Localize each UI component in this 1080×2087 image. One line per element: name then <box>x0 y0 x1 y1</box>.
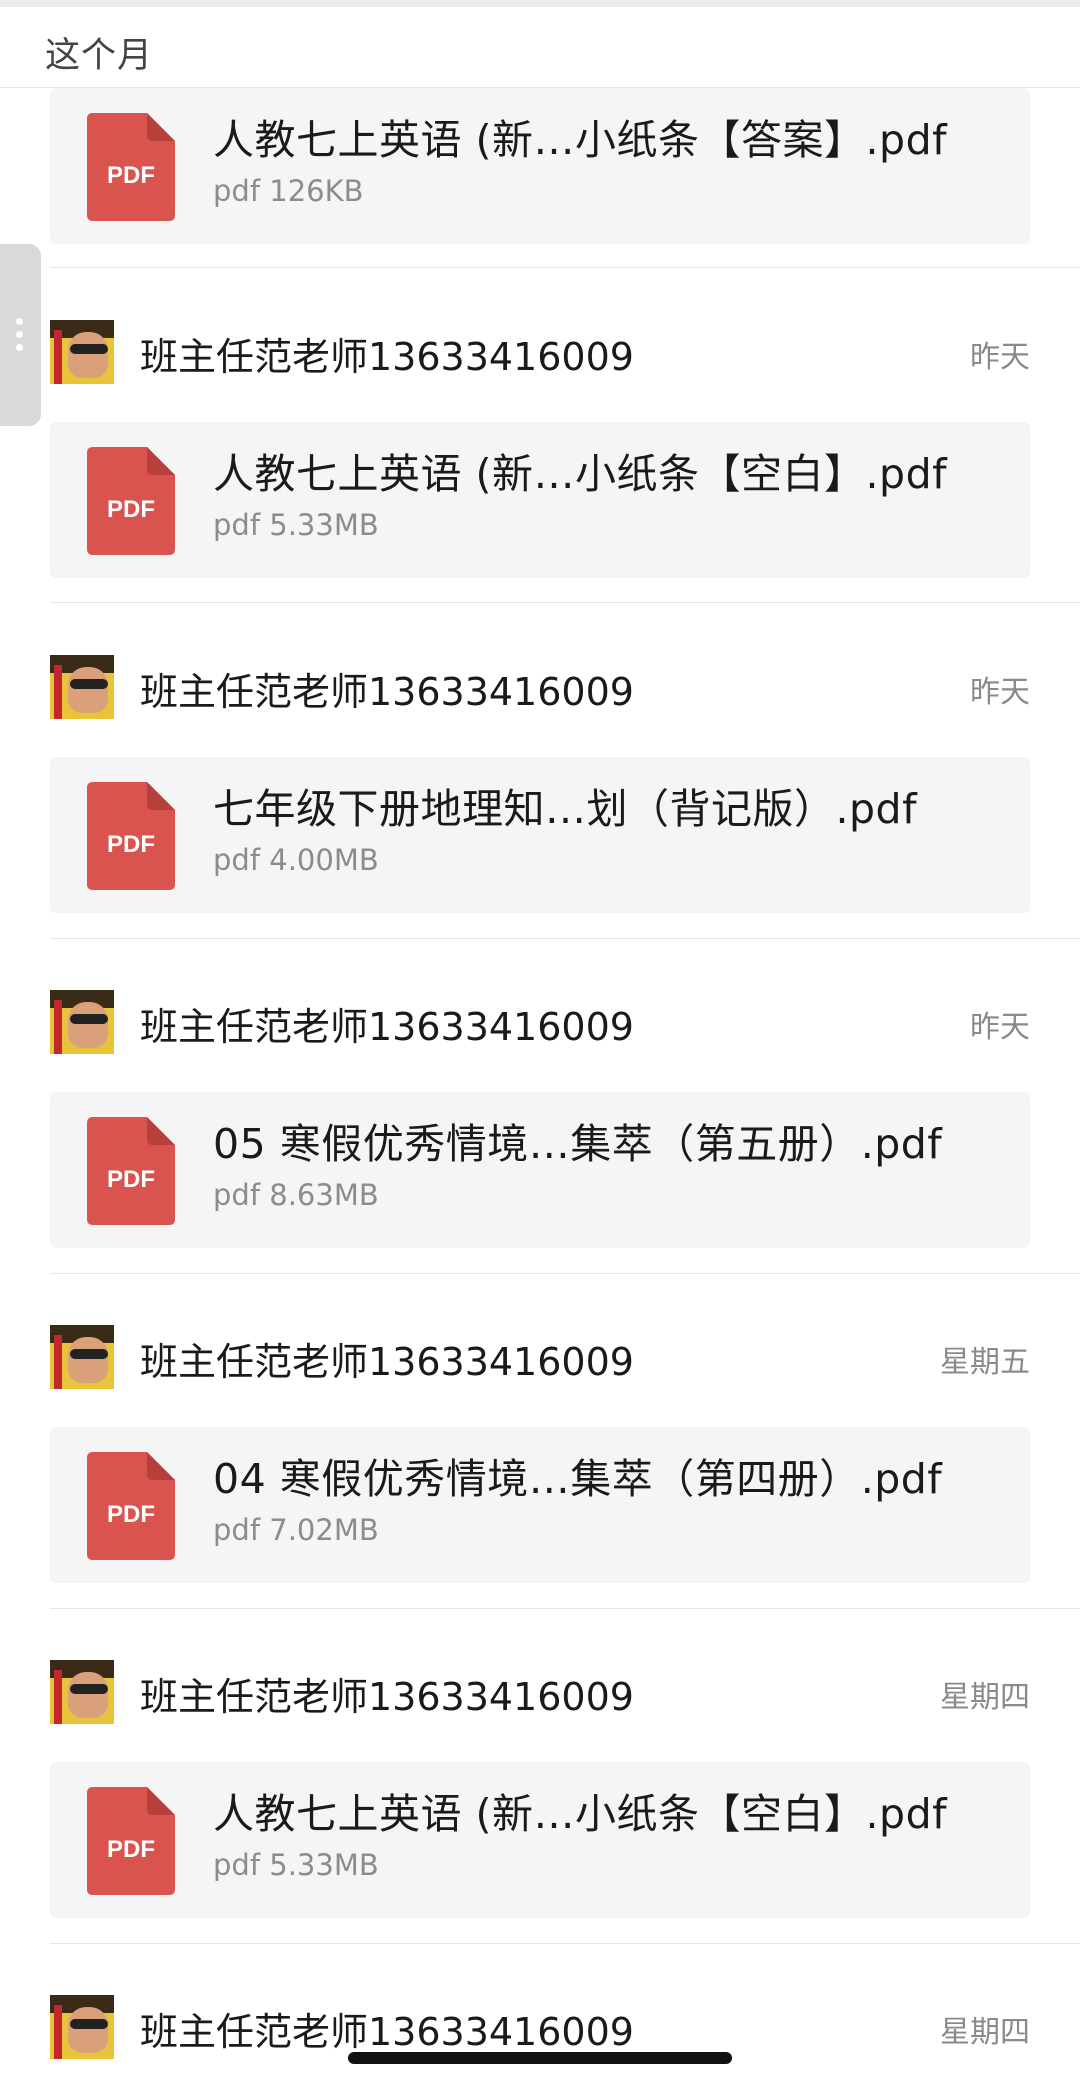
file-meta: pdf 5.33MB <box>213 508 379 542</box>
sender-time: 昨天 <box>970 1010 1030 1045</box>
pdf-icon-label: PDF <box>107 162 155 189</box>
file-name: 七年级下册地理知…划（背记版）.pdf <box>213 785 918 833</box>
file-meta: pdf 8.63MB <box>213 1178 379 1212</box>
sender-name: 班主任范老师13633416009 <box>140 1340 634 1384</box>
divider <box>50 602 1080 603</box>
file-name: 05 寒假优秀情境…集萃（第五册）.pdf <box>213 1120 943 1168</box>
file-name: 04 寒假优秀情境…集萃（第四册）.pdf <box>213 1455 943 1503</box>
home-indicator[interactable] <box>348 2052 732 2064</box>
avatar[interactable] <box>50 320 114 384</box>
pdf-file-icon: PDF <box>87 1452 175 1560</box>
pdf-icon-label: PDF <box>107 496 155 523</box>
divider <box>50 1273 1080 1274</box>
pdf-file-icon: PDF <box>87 782 175 890</box>
side-drawer-handle[interactable] <box>0 244 41 426</box>
pdf-icon-label: PDF <box>107 831 155 858</box>
top-strip <box>0 0 1080 7</box>
sender-name: 班主任范老师13633416009 <box>140 2010 634 2054</box>
file-card[interactable]: PDF 人教七上英语 (新…小纸条【空白】.pdf pdf 5.33MB <box>50 422 1030 578</box>
avatar[interactable] <box>50 1325 114 1389</box>
sender-name: 班主任范老师13633416009 <box>140 335 634 379</box>
sender-name: 班主任范老师13633416009 <box>140 1675 634 1719</box>
pdf-file-icon: PDF <box>87 1117 175 1225</box>
avatar[interactable] <box>50 1660 114 1724</box>
avatar[interactable] <box>50 1995 114 2059</box>
pdf-file-icon: PDF <box>87 447 175 555</box>
file-card[interactable]: PDF 05 寒假优秀情境…集萃（第五册）.pdf pdf 8.63MB <box>50 1092 1030 1248</box>
file-name: 人教七上英语 (新…小纸条【空白】.pdf <box>213 450 948 498</box>
sender-time: 星期四 <box>940 2015 1030 2050</box>
file-card[interactable]: PDF 人教七上英语 (新…小纸条【空白】.pdf pdf 5.33MB <box>50 1762 1030 1918</box>
sender-name: 班主任范老师13633416009 <box>140 1005 634 1049</box>
file-meta: pdf 5.33MB <box>213 1848 379 1882</box>
avatar[interactable] <box>50 990 114 1054</box>
divider <box>50 1608 1080 1609</box>
sender-name: 班主任范老师13633416009 <box>140 670 634 714</box>
file-name: 人教七上英语 (新…小纸条【空白】.pdf <box>213 1790 948 1838</box>
section-header: 这个月 <box>0 7 1080 88</box>
file-meta: pdf 7.02MB <box>213 1513 379 1547</box>
file-meta: pdf 4.00MB <box>213 843 379 877</box>
sender-row[interactable]: 班主任范老师13633416009 昨天 <box>50 990 1030 1056</box>
pdf-file-icon: PDF <box>87 113 175 221</box>
divider <box>50 938 1080 939</box>
sender-row[interactable]: 班主任范老师13633416009 昨天 <box>50 655 1030 721</box>
sender-time: 昨天 <box>970 675 1030 710</box>
file-card[interactable]: PDF 04 寒假优秀情境…集萃（第四册）.pdf pdf 7.02MB <box>50 1427 1030 1583</box>
pdf-icon-label: PDF <box>107 1166 155 1193</box>
file-card[interactable]: PDF 七年级下册地理知…划（背记版）.pdf pdf 4.00MB <box>50 757 1030 913</box>
sender-time: 星期五 <box>940 1345 1030 1380</box>
file-name: 人教七上英语 (新…小纸条【答案】.pdf <box>213 116 948 164</box>
more-dots-icon <box>16 318 24 352</box>
divider <box>50 267 1080 268</box>
divider <box>50 1943 1080 1944</box>
file-card[interactable]: PDF 人教七上英语 (新…小纸条【答案】.pdf pdf 126KB <box>50 88 1030 244</box>
sender-row[interactable]: 班主任范老师13633416009 星期四 <box>50 1660 1030 1726</box>
sender-time: 昨天 <box>970 340 1030 375</box>
pdf-file-icon: PDF <box>87 1787 175 1895</box>
pdf-icon-label: PDF <box>107 1836 155 1863</box>
sender-time: 星期四 <box>940 1680 1030 1715</box>
avatar[interactable] <box>50 655 114 719</box>
pdf-icon-label: PDF <box>107 1501 155 1528</box>
file-meta: pdf 126KB <box>213 174 364 208</box>
sender-row[interactable]: 班主任范老师13633416009 星期五 <box>50 1325 1030 1391</box>
section-title: 这个月 <box>45 36 154 76</box>
sender-row[interactable]: 班主任范老师13633416009 昨天 <box>50 320 1030 386</box>
